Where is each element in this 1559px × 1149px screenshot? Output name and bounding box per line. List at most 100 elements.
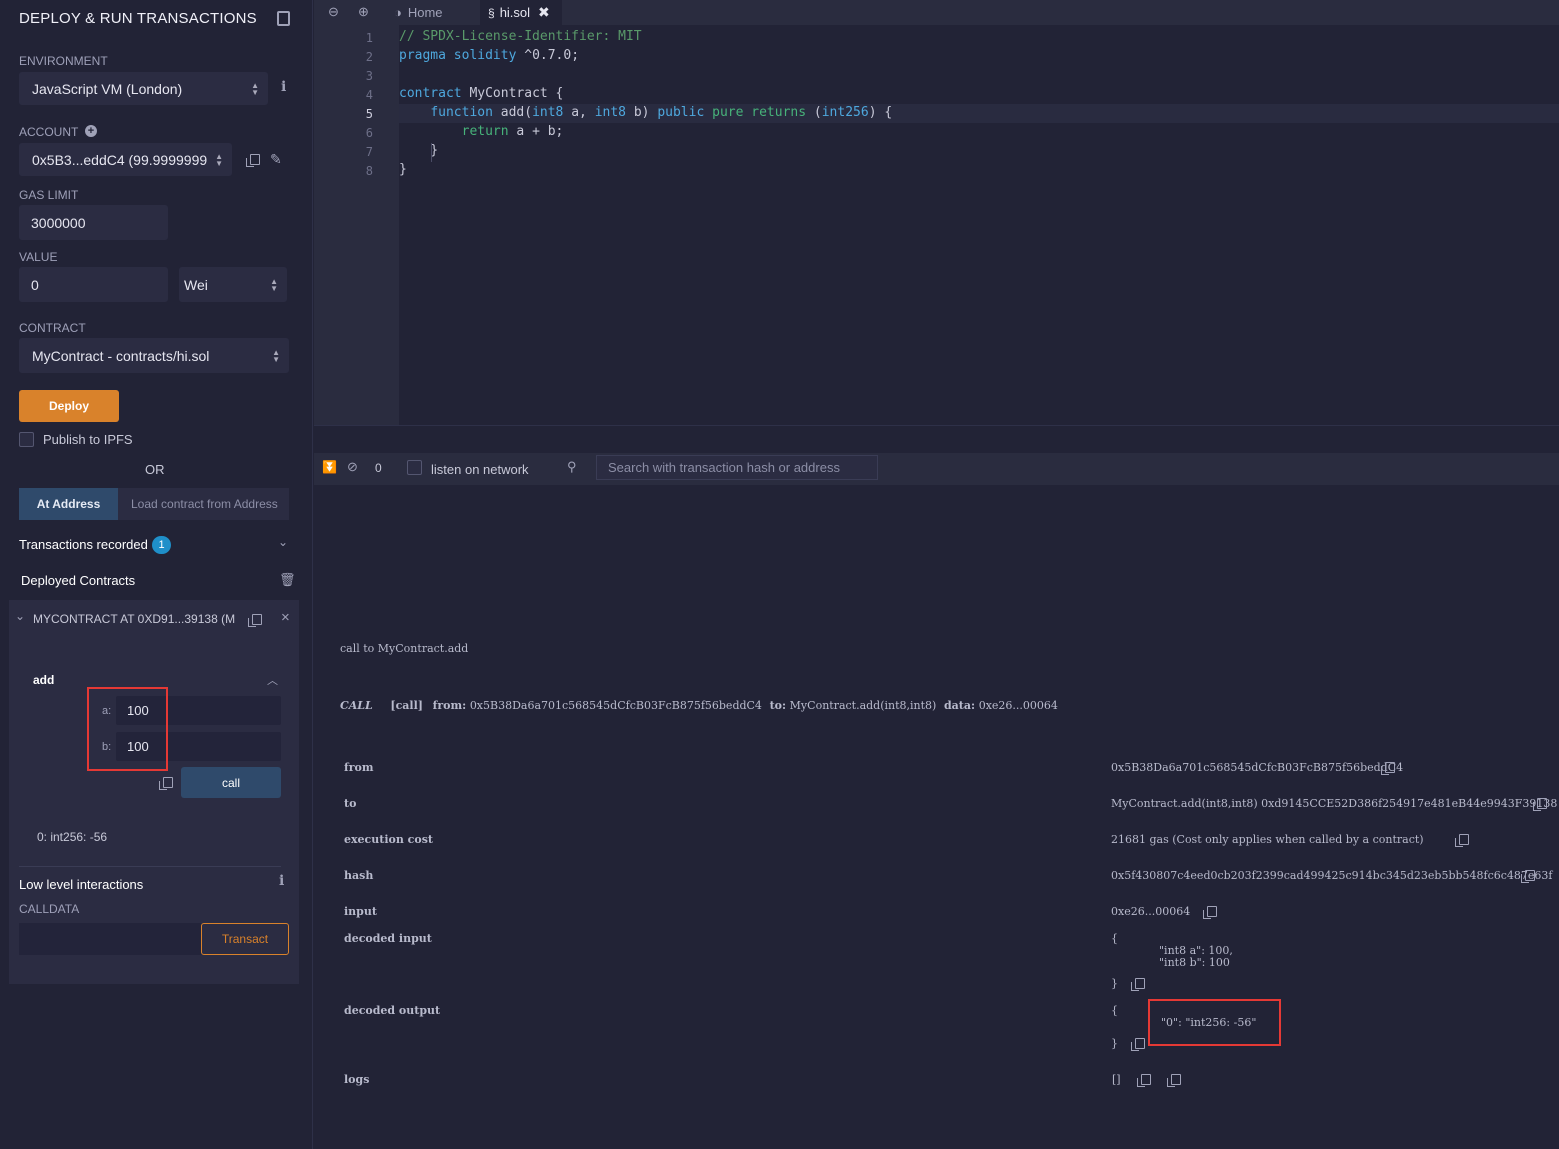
account-select[interactable]: 0x5B3...eddC4 (99.9999999 ▲ ▼ xyxy=(19,143,232,176)
code-line: contract MyContract { xyxy=(399,86,564,101)
info-icon[interactable]: i xyxy=(279,873,284,889)
contract-value: MyContract - contracts/hi.sol xyxy=(32,347,210,364)
call-result: 0: int256: -56 xyxy=(37,830,108,844)
call-summary[interactable]: CALL [call] from: 0x5B38Da6a701c568545dC… xyxy=(340,697,1058,712)
zoom-out-icon[interactable]: ⊖ xyxy=(328,4,339,20)
terminal-output: call to MyContract.add CALL [call] from:… xyxy=(314,485,1559,1149)
decoded-input-open: { xyxy=(1111,932,1118,945)
transactions-recorded-label[interactable]: Transactions recorded xyxy=(19,537,148,552)
environment-select[interactable]: JavaScript VM (London) ▲ ▼ xyxy=(19,72,268,105)
instance-title[interactable]: MYCONTRACT AT 0XD91...39138 (M xyxy=(33,612,235,626)
publish-ipfs-label: Publish to IPFS xyxy=(43,432,133,447)
transact-button[interactable]: Transact xyxy=(201,923,289,955)
load-address-input[interactable]: Load contract from Address xyxy=(118,488,289,520)
line-gutter: 1 2 3 4 5 6 7 8 xyxy=(314,25,399,425)
close-tab-icon[interactable]: ✖ xyxy=(538,4,550,21)
pending-count: 0 xyxy=(375,461,382,475)
at-address-button[interactable]: At Address xyxy=(19,488,118,520)
call-button[interactable]: call xyxy=(181,767,281,798)
code-line: } xyxy=(399,143,439,158)
calldata-input[interactable] xyxy=(19,923,201,955)
copy-calldata-icon[interactable] xyxy=(159,776,173,791)
decoded-input-line: "int8 b": 100 xyxy=(1159,956,1230,969)
copy-icon[interactable] xyxy=(1131,977,1145,992)
chevron-down-icon[interactable]: ⌄ xyxy=(15,609,25,623)
copy-icon[interactable] xyxy=(1533,797,1547,812)
zoom-in-icon[interactable]: ⊕ xyxy=(358,4,369,20)
detail-value-execution-cost: 21681 gas (Cost only applies when called… xyxy=(1111,833,1424,846)
to-value: MyContract.add(int8,int8) xyxy=(789,699,937,712)
publish-ipfs-checkbox[interactable] xyxy=(19,432,34,447)
code-line: function add(int8 a, int8 b) public pure… xyxy=(430,105,893,120)
indent-guide xyxy=(431,143,432,162)
line-number: 1 xyxy=(365,31,373,45)
gas-limit-input[interactable]: 3000000 xyxy=(19,205,168,240)
copy-icon[interactable] xyxy=(1167,1073,1181,1088)
info-icon[interactable]: i xyxy=(281,79,286,95)
edit-icon[interactable]: ✎ xyxy=(270,151,282,168)
copy-icon[interactable] xyxy=(1381,761,1395,776)
highlight-box xyxy=(87,687,168,771)
copy-icon[interactable] xyxy=(1137,1073,1151,1088)
tab-hi-sol[interactable]: § hi.sol ✖ xyxy=(480,0,562,25)
contract-label: CONTRACT xyxy=(19,321,86,335)
value-label: VALUE xyxy=(19,250,58,264)
collapse-terminal-icon[interactable]: ⏬ xyxy=(322,460,337,474)
copy-icon[interactable] xyxy=(1203,905,1217,920)
contract-select[interactable]: MyContract - contracts/hi.sol ▲ ▼ xyxy=(19,338,289,373)
low-level-label: Low level interactions xyxy=(19,877,144,892)
gas-limit-label: GAS LIMIT xyxy=(19,188,79,202)
detail-value-to: MyContract.add(int8,int8) 0xd9145CCE52D3… xyxy=(1111,797,1558,810)
clear-console-icon[interactable]: ⊘ xyxy=(347,459,358,475)
from-key: from: xyxy=(432,699,467,712)
detail-key-logs: logs xyxy=(344,1073,370,1086)
terminal-resize-bar[interactable] xyxy=(314,425,1559,453)
code-line: return a + b; xyxy=(461,124,564,139)
deployed-contracts-label: Deployed Contracts xyxy=(21,573,136,588)
panel-title: DEPLOY & RUN TRANSACTIONS xyxy=(19,10,257,27)
close-icon[interactable]: × xyxy=(281,609,290,626)
transactions-count-badge: 1 xyxy=(152,536,171,554)
copy-account-icon[interactable] xyxy=(246,153,260,168)
detail-key-from: from xyxy=(344,761,374,774)
select-arrows-icon: ▲ ▼ xyxy=(272,347,280,364)
line-number: 6 xyxy=(365,126,373,140)
copy-icon[interactable] xyxy=(1455,833,1469,848)
listen-network-label: listen on network xyxy=(431,462,529,477)
code-editor[interactable]: // SPDX-License-Identifier: MIT pragma s… xyxy=(399,25,1559,425)
to-key: to: xyxy=(769,699,787,712)
code-line: } xyxy=(399,162,407,177)
logs-value: [] xyxy=(1112,1073,1121,1086)
copy-icon[interactable] xyxy=(1521,869,1535,884)
data-value: 0xe26...00064 xyxy=(978,699,1058,712)
trash-icon[interactable]: 🗑 xyxy=(279,572,296,588)
copy-icon[interactable] xyxy=(1131,1037,1145,1052)
listen-network-checkbox[interactable] xyxy=(407,460,422,475)
value-unit-select[interactable]: Wei ▲ ▼ xyxy=(179,267,287,302)
detail-key-execution-cost: execution cost xyxy=(344,833,433,846)
editor-tab-bar: ⊖ ⊕ ◑ Home § hi.sol ✖ xyxy=(314,0,1559,25)
calldata-label: CALLDATA xyxy=(19,902,80,916)
home-icon: ◑ xyxy=(394,5,402,20)
terminal-toolbar: ⏬ ⊘ 0 listen on network ⚲ Search with tr… xyxy=(314,453,1559,485)
tab-label: hi.sol xyxy=(499,5,531,20)
tab-home[interactable]: ◑ Home xyxy=(390,0,480,25)
tx-search-input[interactable]: Search with transaction hash or address xyxy=(596,455,878,480)
deploy-button[interactable]: Deploy xyxy=(19,390,119,422)
deploy-run-panel: DEPLOY & RUN TRANSACTIONS ENVIRONMENT Ja… xyxy=(0,0,313,1149)
value-input[interactable]: 0 xyxy=(19,267,168,302)
copy-address-icon[interactable] xyxy=(248,613,262,628)
detail-key-hash: hash xyxy=(344,869,374,882)
chevron-up-icon[interactable]: ︿ xyxy=(267,672,278,688)
value-unit: Wei xyxy=(184,276,208,293)
line-number: 5 xyxy=(365,107,373,121)
environment-label: ENVIRONMENT xyxy=(19,54,108,68)
add-account-icon[interactable]: + xyxy=(85,125,97,137)
code-line: // SPDX-License-Identifier: MIT xyxy=(399,29,642,44)
highlight-box xyxy=(1148,999,1281,1046)
call-header: call to MyContract.add xyxy=(340,642,469,655)
docs-icon[interactable] xyxy=(277,11,290,26)
data-key: data: xyxy=(943,699,976,712)
chevron-down-icon[interactable]: ⌄ xyxy=(278,535,288,549)
line-number: 3 xyxy=(365,69,373,83)
